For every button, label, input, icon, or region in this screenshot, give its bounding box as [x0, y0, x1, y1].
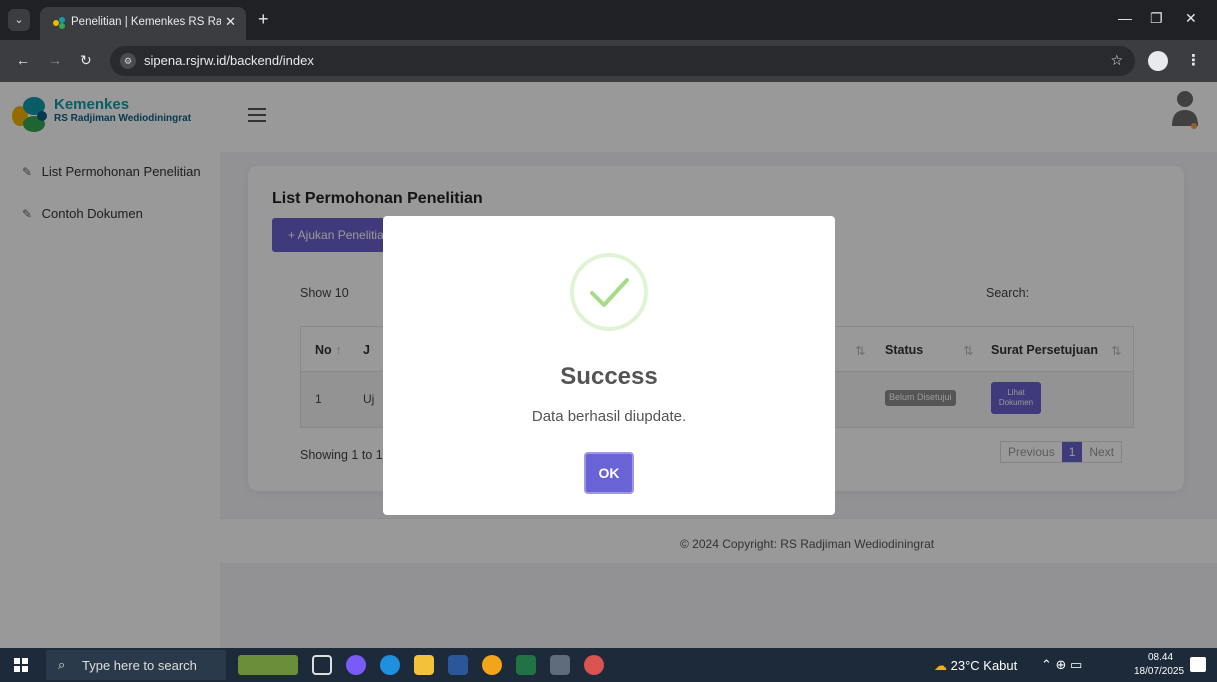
tab-search-button[interactable]: ⌄ — [8, 9, 30, 31]
dialog-title: Success — [560, 363, 658, 390]
clock-date[interactable]: 18/07/2025 — [1134, 666, 1184, 677]
forward-icon[interactable]: → — [48, 52, 62, 68]
dialog-message: Data berhasil diupdate. — [531, 408, 687, 425]
url-text[interactable]: sipena.rsjrw.id/backend/index — [144, 53, 314, 68]
success-check-icon — [590, 278, 629, 307]
chrome-profile-icon[interactable] — [550, 655, 570, 675]
tab-close-icon[interactable]: ✕ — [225, 14, 236, 30]
copilot-icon[interactable] — [346, 655, 366, 675]
file-explorer-icon[interactable] — [414, 655, 434, 675]
chrome-icon[interactable] — [482, 655, 502, 675]
new-tab-button[interactable]: + — [258, 9, 269, 30]
address-bar-row: ← → ↻ ⚙ sipena.rsjrw.id/backend/index ☆ … — [0, 40, 1217, 82]
browser-tab-bar: ⌄ Penelitian | Kemenkes RS Radjiman ✕ + … — [0, 0, 1217, 40]
edge-icon[interactable] — [380, 655, 400, 675]
browser-tab[interactable]: Penelitian | Kemenkes RS Radjiman ✕ — [40, 7, 246, 40]
profile-avatar-icon[interactable] — [1148, 51, 1168, 71]
weather-icon: ☁ — [934, 658, 947, 673]
minimize-icon[interactable]: — — [1118, 10, 1132, 26]
bookmark-star-icon[interactable]: ☆ — [1110, 52, 1123, 69]
notification-icon[interactable] — [1190, 657, 1206, 672]
back-icon[interactable]: ← — [16, 52, 30, 68]
taskbar-search-placeholder: Type here to search — [82, 658, 197, 673]
clock-time[interactable]: 08.44 — [1148, 652, 1173, 663]
system-tray-icons[interactable]: ⌃ ⊕ ▭ — [1041, 657, 1082, 673]
word-icon[interactable] — [448, 655, 468, 675]
task-view-icon[interactable] — [312, 655, 332, 675]
weather-widget[interactable]: ☁ 23°C Kabut — [934, 658, 1017, 674]
reload-icon[interactable]: ↻ — [80, 52, 92, 69]
success-dialog: Success Data berhasil diupdate. OK — [383, 216, 835, 515]
app-icon[interactable] — [584, 655, 604, 675]
taskbar-search-box[interactable]: ⌕ Type here to search — [46, 650, 226, 680]
restore-icon[interactable]: ❐ — [1150, 10, 1163, 27]
url-field[interactable]: ⚙ sipena.rsjrw.id/backend/index ☆ — [110, 46, 1135, 76]
news-widget-icon[interactable] — [238, 655, 298, 675]
browser-menu-icon[interactable]: ⋮ — [1186, 51, 1201, 69]
kemenkes-favicon-icon — [53, 17, 65, 29]
ok-button[interactable]: OK — [584, 452, 634, 494]
windows-start-icon[interactable] — [14, 658, 28, 672]
close-window-icon[interactable]: ✕ — [1185, 10, 1197, 27]
taskbar: ⌕ Type here to search ☁ 23°C Kabut ⌃ ⊕ ▭… — [0, 648, 1217, 682]
search-icon: ⌕ — [58, 657, 66, 672]
site-info-icon[interactable]: ⚙ — [120, 53, 136, 69]
tab-title: Penelitian | Kemenkes RS Radjiman — [71, 16, 221, 28]
excel-icon[interactable] — [516, 655, 536, 675]
